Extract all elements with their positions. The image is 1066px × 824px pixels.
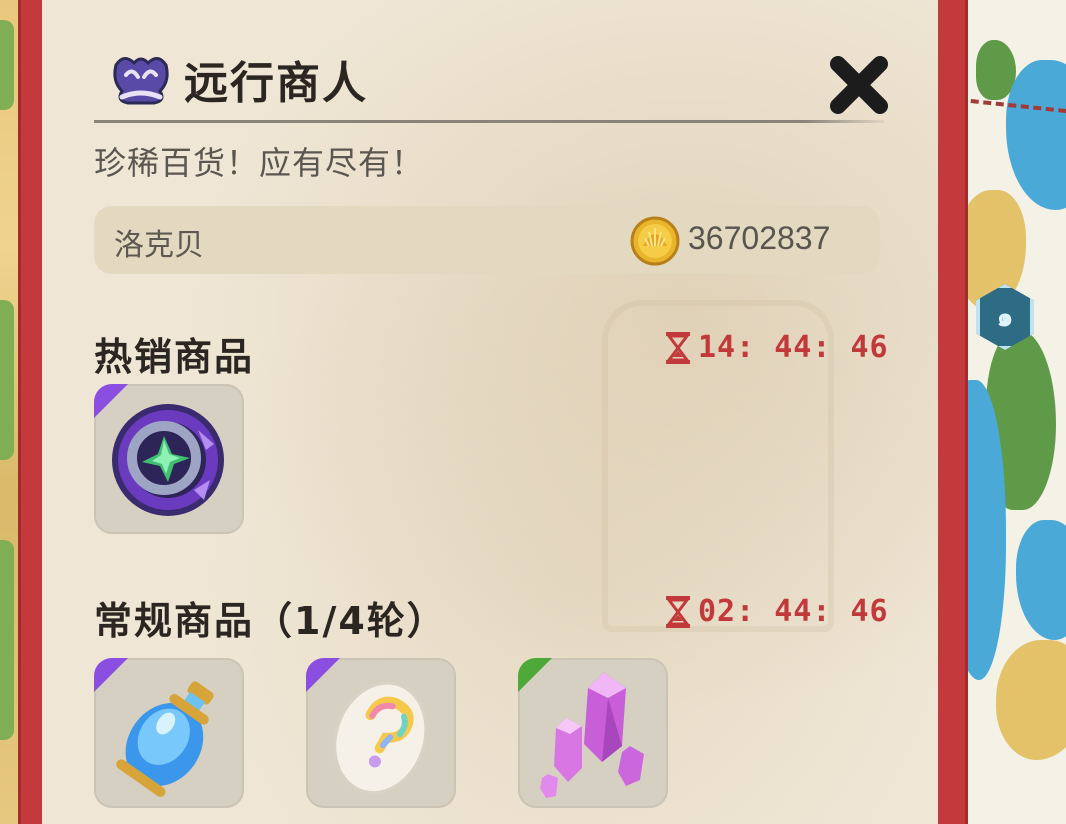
regular-item-slot-1[interactable]: [94, 658, 244, 808]
hourglass-icon: [666, 331, 690, 364]
close-icon: [830, 56, 888, 114]
gold-shell-coin-icon: [630, 216, 680, 266]
regular-item-slot-2[interactable]: [306, 658, 456, 808]
hot-item-slot-1[interactable]: [94, 384, 244, 534]
hot-products-timer: 14: 44: 46: [664, 330, 889, 365]
purple-ring-orb-icon: [112, 404, 224, 516]
regular-products-title: 常规商品（1/4轮）: [94, 599, 447, 643]
merchant-hat-icon: [113, 57, 169, 105]
player-name: 洛克贝: [114, 228, 204, 263]
regular-item-slot-3[interactable]: [518, 658, 668, 808]
currency-amount: 36702837: [688, 220, 831, 256]
panel-header: 远行商人: [110, 48, 368, 110]
blue-potion-bottle-icon: [116, 681, 214, 797]
rainbow-question-egg-icon: [333, 681, 428, 795]
pink-crystal-icon: [540, 672, 644, 798]
hourglass-icon: [666, 595, 690, 628]
regular-products-countdown: 02: 44: 46: [698, 594, 889, 629]
page-title: 远行商人: [184, 58, 368, 109]
map-background-right: ๑: [966, 0, 1066, 824]
player-info-bar: 洛克贝 36702837: [94, 206, 880, 274]
header-divider: [94, 120, 884, 123]
hot-products-title: 热销商品: [94, 335, 255, 379]
hot-products-countdown: 14: 44: 46: [698, 330, 889, 365]
close-button[interactable]: [826, 52, 892, 118]
regular-products-timer: 02: 44: 46: [664, 594, 889, 629]
merchant-slogan: 珍稀百货！应有尽有！: [94, 144, 425, 182]
